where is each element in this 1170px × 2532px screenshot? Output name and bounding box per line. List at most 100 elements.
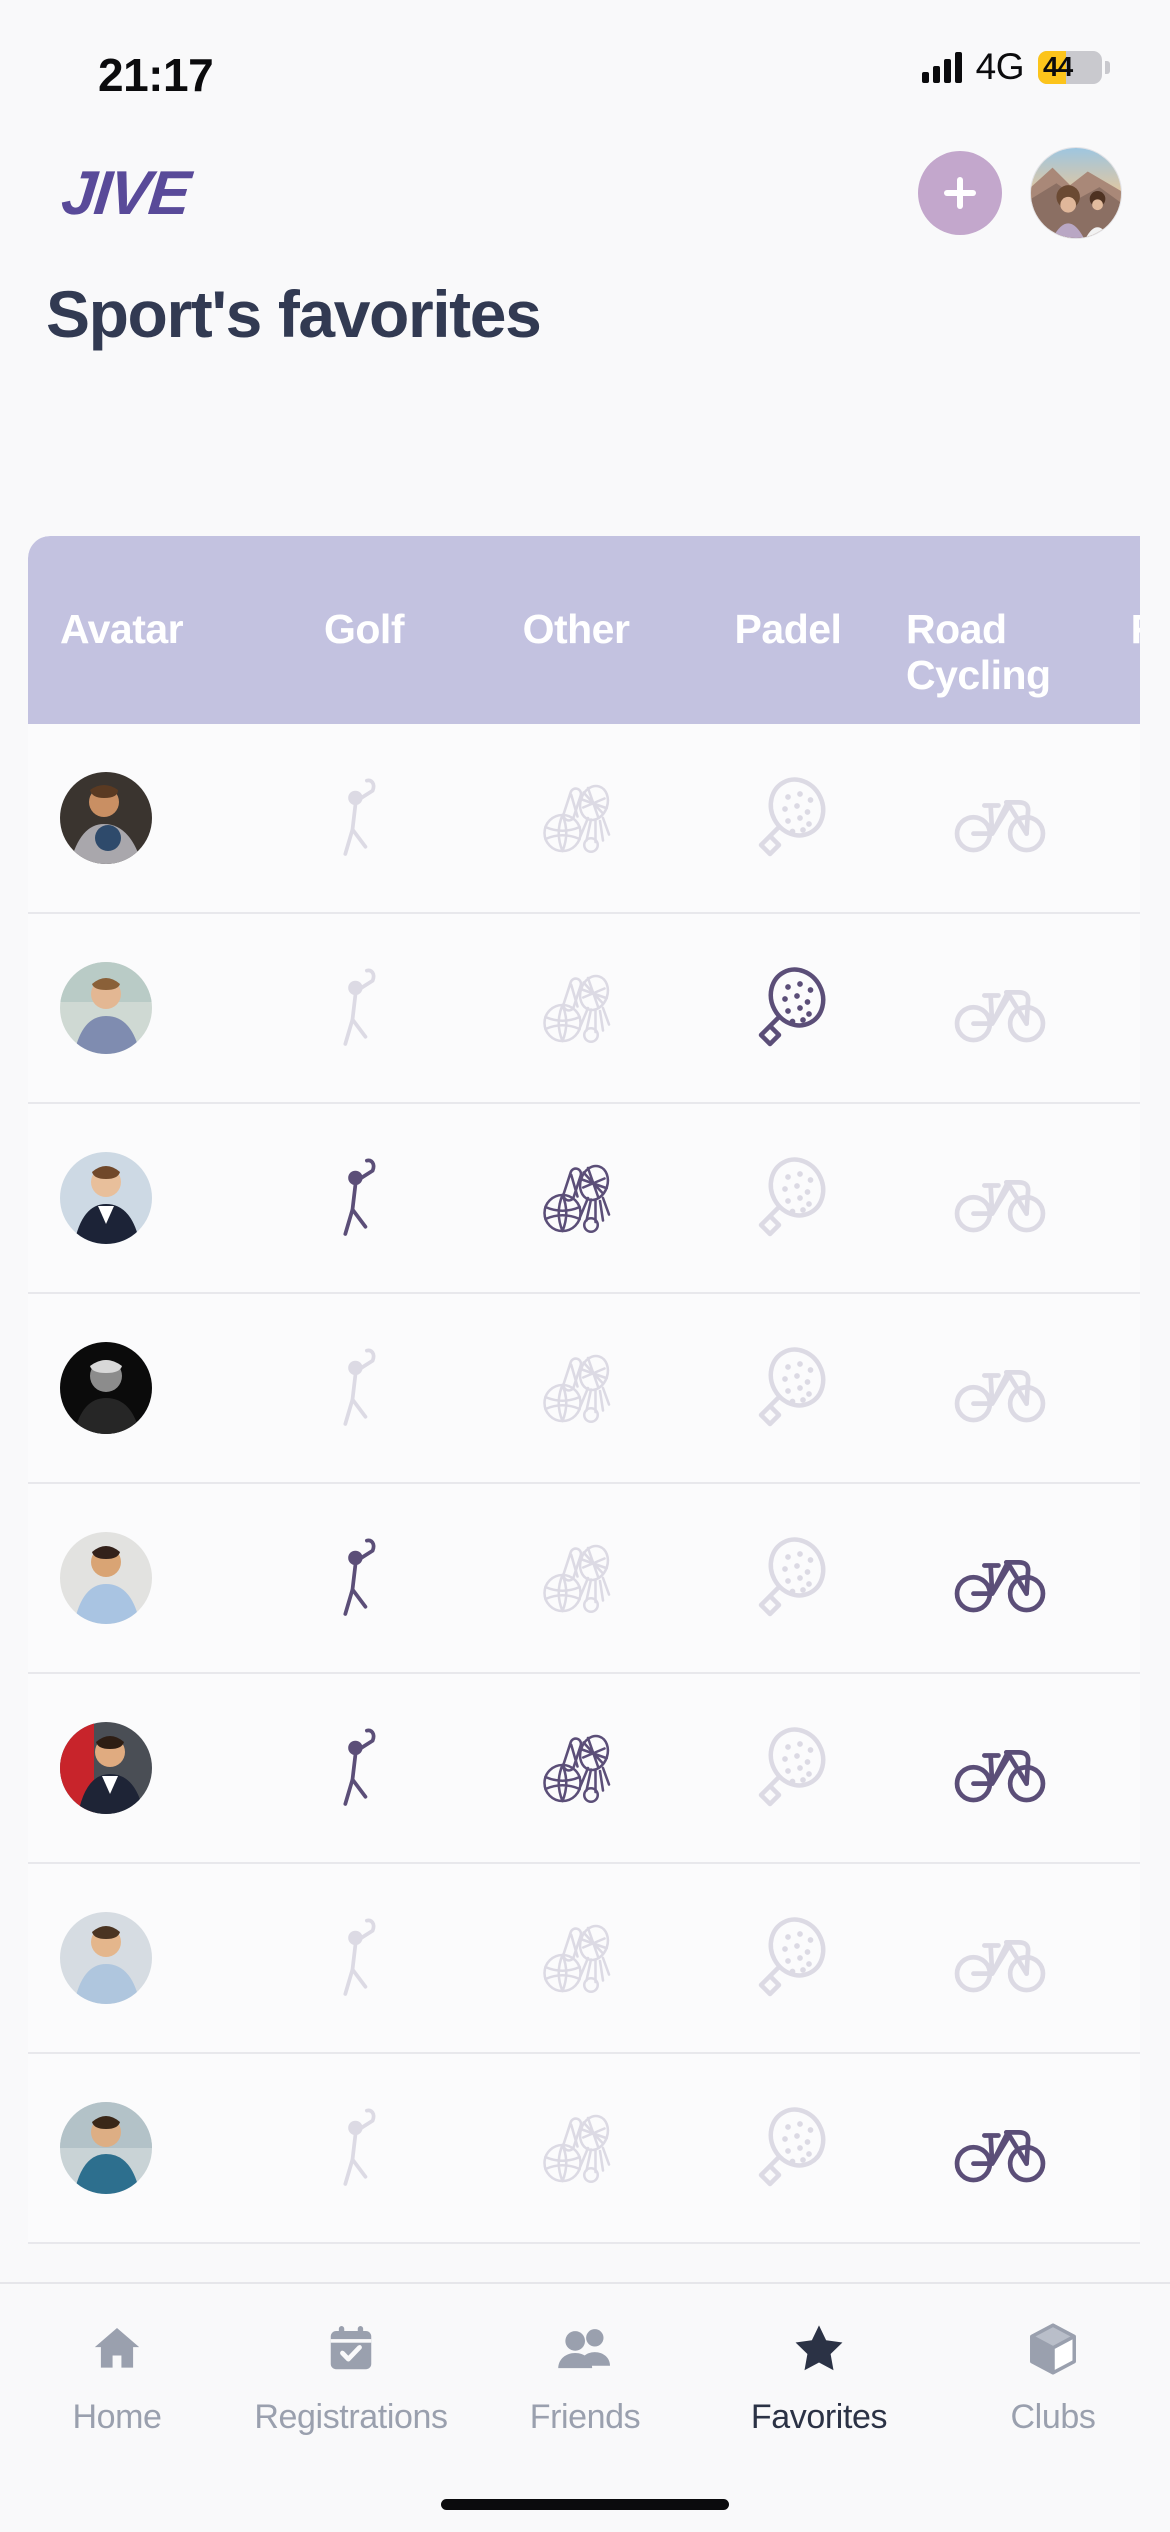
golf-swing-icon[interactable]: [318, 1152, 410, 1244]
sport-cell-other[interactable]: [470, 1150, 682, 1246]
multi-sport-icon[interactable]: [528, 1150, 624, 1246]
sport-cell-padel[interactable]: [682, 960, 894, 1056]
multi-sport-icon[interactable]: [528, 1530, 624, 1626]
padel-racket-icon[interactable]: [740, 1340, 836, 1436]
nav-item-home[interactable]: Home: [0, 2318, 234, 2437]
nav-item-registrations[interactable]: Registrations: [234, 2318, 468, 2437]
padel-racket-icon[interactable]: [740, 770, 836, 866]
sport-cell-golf[interactable]: [258, 1152, 470, 1244]
avatar-man-light-blue-shirt[interactable]: [60, 1532, 152, 1624]
table-row[interactable]: [28, 2054, 1140, 2244]
sport-cell-road-cycling[interactable]: [894, 1908, 1106, 2008]
sport-cell-padel[interactable]: [682, 2100, 894, 2196]
sport-cell-golf[interactable]: [258, 962, 470, 1054]
multi-sport-icon[interactable]: [528, 1720, 624, 1816]
avatar-cell[interactable]: [28, 1342, 258, 1434]
table-row[interactable]: [28, 1864, 1140, 2054]
nav-item-favorites[interactable]: Favorites: [702, 2318, 936, 2437]
sport-cell-other[interactable]: [470, 2100, 682, 2196]
padel-racket-icon[interactable]: [740, 1150, 836, 1246]
table-row[interactable]: [28, 1104, 1140, 1294]
sport-cell-padel[interactable]: [682, 1720, 894, 1816]
avatar-man-teal-sweater[interactable]: [60, 2102, 152, 2194]
road-bike-icon[interactable]: [950, 958, 1050, 1058]
column-header-golf[interactable]: Golf: [258, 606, 470, 653]
avatar-man-navy-suit[interactable]: [60, 1152, 152, 1244]
sport-cell-padel[interactable]: [682, 1910, 894, 2006]
sport-cell-golf[interactable]: [258, 772, 470, 864]
multi-sport-icon[interactable]: [528, 1910, 624, 2006]
sport-cell-golf[interactable]: [258, 2102, 470, 2194]
avatar-cell[interactable]: [28, 2102, 258, 2194]
road-bike-icon[interactable]: [950, 1908, 1050, 2008]
sport-cell-padel[interactable]: [682, 1340, 894, 1436]
road-bike-icon[interactable]: [950, 768, 1050, 868]
avatar-cell[interactable]: [28, 962, 258, 1054]
sport-cell-running[interactable]: [1106, 2098, 1140, 2198]
sport-cell-padel[interactable]: [682, 1150, 894, 1246]
sport-cell-golf[interactable]: [258, 1722, 470, 1814]
avatar-man-blue-shirt-arms-crossed[interactable]: [60, 962, 152, 1054]
sport-cell-other[interactable]: [470, 960, 682, 1056]
nav-item-friends[interactable]: Friends: [468, 2318, 702, 2437]
sport-cell-golf[interactable]: [258, 1532, 470, 1624]
avatar-cell[interactable]: [28, 1912, 258, 2004]
padel-racket-icon[interactable]: [740, 1530, 836, 1626]
avatar-black-and-white-portrait[interactable]: [60, 1342, 152, 1434]
avatar-cell[interactable]: [28, 1152, 258, 1244]
padel-racket-icon[interactable]: [740, 1910, 836, 2006]
table-row[interactable]: [28, 914, 1140, 1104]
sport-cell-running[interactable]: [1106, 1908, 1140, 2008]
padel-racket-icon[interactable]: [740, 960, 836, 1056]
table-row[interactable]: [28, 1484, 1140, 1674]
golf-swing-icon[interactable]: [318, 2102, 410, 2194]
column-header-other[interactable]: Other: [470, 606, 682, 653]
avatar-man-dark-blazer-red-background[interactable]: [60, 1722, 152, 1814]
multi-sport-icon[interactable]: [528, 770, 624, 866]
sport-cell-running[interactable]: [1106, 1718, 1140, 1818]
sport-cell-road-cycling[interactable]: [894, 1338, 1106, 1438]
favorites-table-scroll[interactable]: Avatar Golf Other Padel Road Cycling Run…: [28, 536, 1140, 2252]
multi-sport-icon[interactable]: [528, 960, 624, 1056]
avatar-cell[interactable]: [28, 772, 258, 864]
column-header-road-cycling[interactable]: Road Cycling: [894, 561, 1106, 699]
table-row[interactable]: [28, 1674, 1140, 1864]
multi-sport-icon[interactable]: [528, 1340, 624, 1436]
sport-cell-other[interactable]: [470, 1340, 682, 1436]
profile-avatar[interactable]: [1030, 147, 1122, 239]
sport-cell-other[interactable]: [470, 1530, 682, 1626]
golf-swing-icon[interactable]: [318, 1532, 410, 1624]
avatar-man-with-child[interactable]: [60, 772, 152, 864]
sport-cell-road-cycling[interactable]: [894, 1148, 1106, 1248]
column-header-avatar[interactable]: Avatar: [28, 606, 258, 653]
sport-cell-padel[interactable]: [682, 770, 894, 866]
multi-sport-icon[interactable]: [528, 2100, 624, 2196]
sport-cell-road-cycling[interactable]: [894, 1528, 1106, 1628]
column-header-padel[interactable]: Padel: [682, 606, 894, 653]
golf-swing-icon[interactable]: [318, 1912, 410, 2004]
sport-cell-running[interactable]: [1106, 768, 1140, 868]
add-button[interactable]: [918, 151, 1002, 235]
sport-cell-road-cycling[interactable]: [894, 768, 1106, 868]
padel-racket-icon[interactable]: [740, 2100, 836, 2196]
sport-cell-road-cycling[interactable]: [894, 958, 1106, 1058]
table-row[interactable]: [28, 1294, 1140, 1484]
sport-cell-other[interactable]: [470, 1910, 682, 2006]
road-bike-icon[interactable]: [950, 2098, 1050, 2198]
golf-swing-icon[interactable]: [318, 1342, 410, 1434]
sport-cell-running[interactable]: [1106, 1338, 1140, 1438]
sport-cell-other[interactable]: [470, 1720, 682, 1816]
padel-racket-icon[interactable]: [740, 1720, 836, 1816]
sport-cell-running[interactable]: [1106, 1528, 1140, 1628]
road-bike-icon[interactable]: [950, 1148, 1050, 1248]
table-row[interactable]: [28, 724, 1140, 914]
avatar-cell[interactable]: [28, 1532, 258, 1624]
column-header-running[interactable]: Running: [1106, 606, 1140, 653]
avatar-man-smiling-blue-shirt[interactable]: [60, 1912, 152, 2004]
golf-swing-icon[interactable]: [318, 962, 410, 1054]
avatar-cell[interactable]: [28, 1722, 258, 1814]
sport-cell-golf[interactable]: [258, 1912, 470, 2004]
road-bike-icon[interactable]: [950, 1718, 1050, 1818]
nav-item-clubs[interactable]: Clubs: [936, 2318, 1170, 2437]
sport-cell-road-cycling[interactable]: [894, 1718, 1106, 1818]
